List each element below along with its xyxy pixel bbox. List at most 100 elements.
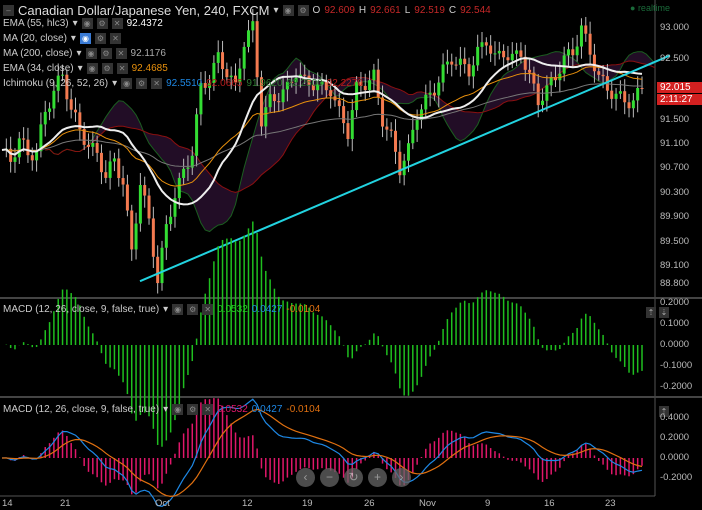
zoom-out-button[interactable]: −: [320, 468, 339, 487]
scroll-left-button[interactable]: ‹: [296, 468, 315, 487]
candle-body: [138, 185, 142, 224]
candle-body: [186, 167, 190, 169]
candle-body: [147, 195, 151, 219]
close-icon[interactable]: ✕: [151, 78, 163, 89]
candle-body: [52, 90, 56, 109]
candle-body: [510, 53, 514, 61]
indicator-name[interactable]: MACD (12, 26, close, 9, false, true): [3, 404, 159, 415]
scroll-right-button[interactable]: ›: [392, 468, 411, 487]
ichimoku-value: 92.0665: [206, 78, 243, 89]
indicator-name[interactable]: EMA (55, hlc3): [3, 18, 69, 29]
candle-body: [424, 94, 428, 110]
macd2-legend[interactable]: MACD (12, 26, close, 9, false, true) ▾ ◉ ⚙ ✕…: [3, 404, 320, 415]
gear-icon[interactable]: ⚙: [136, 78, 148, 89]
close-label: C: [448, 5, 457, 16]
gear-icon[interactable]: ⚙: [96, 18, 108, 29]
candle-body: [480, 42, 484, 47]
time-tick: 21: [60, 498, 71, 509]
macd1-tick: 0.0000: [660, 339, 690, 350]
candle-body: [437, 82, 441, 96]
close-icon[interactable]: ✕: [115, 48, 127, 59]
indicator-name[interactable]: EMA (34, close): [3, 63, 74, 74]
close-icon[interactable]: ✕: [202, 404, 214, 415]
candle-body: [177, 177, 181, 199]
last-price-tag: 92.015: [657, 82, 702, 93]
eye-icon[interactable]: ◉: [85, 48, 97, 59]
chevron-down-icon[interactable]: ▾: [274, 5, 279, 16]
candle-body: [229, 75, 233, 78]
candle-body: [610, 90, 614, 99]
chart-canvas[interactable]: [0, 0, 702, 510]
reset-button[interactable]: ↻: [344, 468, 363, 487]
macd1-tick: 0.2000: [660, 297, 690, 308]
gear-icon[interactable]: ⚙: [297, 5, 309, 16]
indicator-name[interactable]: MA (200, close): [3, 48, 72, 59]
indicator-ichimoku[interactable]: Ichimoku (9, 26, 52, 26) ▾ ◉ ⚙ ✕ 92.5510 92.0…: [3, 78, 363, 89]
candle-body: [515, 50, 519, 54]
candle-body: [143, 185, 147, 196]
candle-body: [519, 50, 523, 57]
eye-icon[interactable]: ◉: [121, 78, 133, 89]
ichimoku-value: 92.5510: [166, 78, 203, 89]
gear-icon[interactable]: ⚙: [94, 33, 106, 44]
candle-body: [26, 139, 30, 156]
candle-body: [363, 85, 367, 91]
indicator-ma20[interactable]: MA (20, close) ▾ ◉ ⚙ ✕: [3, 33, 121, 44]
indicator-ema34[interactable]: EMA (34, close) ▾ ◉ ⚙ ✕ 92.4685: [3, 63, 168, 74]
indicator-value: 92.4372: [126, 18, 163, 29]
candle-body: [528, 69, 532, 73]
macd1-legend[interactable]: MACD (12, 26, close, 9, false, true) ▾ ◉ ⚙ ✕…: [3, 304, 320, 315]
collapse-icon[interactable]: –: [3, 5, 14, 16]
indicator-name[interactable]: MA (20, close): [3, 33, 67, 44]
gear-icon[interactable]: ⚙: [187, 404, 199, 415]
candle-body: [151, 218, 155, 257]
indicator-ma200[interactable]: MA (200, close) ▾ ◉ ⚙ ✕ 92.1176: [3, 48, 166, 59]
price-tick: 92.500: [660, 52, 690, 64]
candle-body: [467, 64, 471, 77]
indicator-name[interactable]: MACD (12, 26, close, 9, false, true): [3, 304, 159, 315]
candle-body: [43, 111, 47, 125]
realtime-status: ● realtime: [630, 3, 670, 13]
candle-body: [445, 61, 449, 65]
eye-icon[interactable]: ◉: [172, 304, 184, 315]
macd1-tick: 0.1000: [660, 318, 690, 329]
candle-body: [368, 80, 372, 91]
eye-icon[interactable]: ◉: [282, 5, 294, 16]
eye-icon[interactable]: ◉: [81, 18, 93, 29]
candle-body: [134, 223, 138, 250]
candle-body: [99, 152, 103, 173]
price-tick: 90.700: [660, 162, 690, 174]
gear-icon[interactable]: ⚙: [100, 48, 112, 59]
move-down-icon[interactable]: ⇣: [659, 307, 669, 318]
candle-body: [640, 87, 644, 89]
gear-icon[interactable]: ⚙: [101, 63, 113, 74]
candle-body: [541, 100, 545, 106]
zoom-in-button[interactable]: +: [368, 468, 387, 487]
close-icon[interactable]: ✕: [109, 33, 121, 44]
indicator-name[interactable]: Ichimoku (9, 26, 52, 26): [3, 78, 108, 89]
macd1-tick: -0.2000: [660, 381, 693, 392]
eye-icon[interactable]: ◉: [86, 63, 98, 74]
candle-body: [536, 83, 540, 106]
eye-icon[interactable]: ◉: [172, 404, 184, 415]
close-icon[interactable]: ✕: [116, 63, 128, 74]
candle-body: [631, 100, 635, 109]
candle-body: [566, 49, 570, 56]
ichimoku-value: 91.9620: [246, 78, 283, 89]
close-icon[interactable]: ✕: [202, 304, 214, 315]
candle-body: [342, 106, 346, 124]
candle-body: [86, 144, 90, 147]
high-label: H: [358, 5, 367, 16]
close-icon[interactable]: ✕: [111, 18, 123, 29]
open-label: O: [312, 5, 321, 16]
candle-body: [428, 92, 432, 95]
candle-body: [329, 90, 333, 97]
eye-icon[interactable]: ◉: [79, 33, 91, 44]
ichimoku-value: 92.2270: [326, 78, 363, 89]
candle-body: [281, 89, 285, 103]
symbol-title[interactable]: Canadian Dollar/Japanese Yen, 240, FXCM: [18, 3, 270, 18]
candle-body: [484, 42, 488, 46]
indicator-ema55[interactable]: EMA (55, hlc3) ▾ ◉ ⚙ ✕ 92.4372: [3, 18, 163, 29]
move-up-icon[interactable]: ⇡: [646, 307, 656, 318]
gear-icon[interactable]: ⚙: [187, 304, 199, 315]
